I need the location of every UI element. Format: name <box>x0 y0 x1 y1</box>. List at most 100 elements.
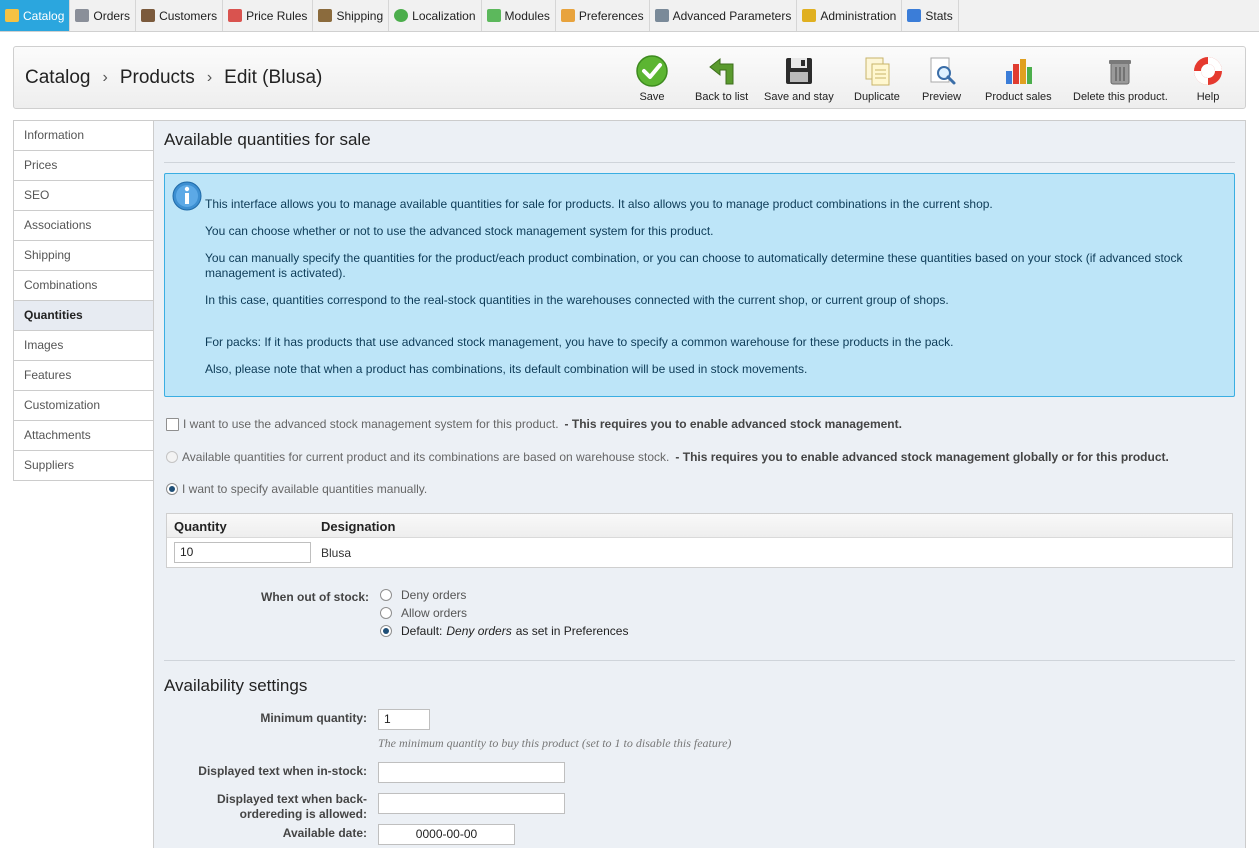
tab-preferences[interactable]: Preferences <box>556 0 650 31</box>
out-of-stock-label: When out of stock: <box>261 590 369 604</box>
sidebar-item-quantities[interactable]: Quantities <box>14 301 153 331</box>
divider <box>164 660 1235 661</box>
warehouse-stock-option: Available quantities for current product… <box>166 450 1169 464</box>
sidebar-item-associations[interactable]: Associations <box>14 211 153 241</box>
divider <box>164 162 1235 163</box>
duplicate-button[interactable]: Duplicate <box>854 55 900 103</box>
sidebar-item-customization[interactable]: Customization <box>14 391 153 421</box>
available-date-input[interactable]: 0000-00-00 <box>378 824 515 845</box>
toolbar: Catalog › Products › Edit (Blusa) Save B… <box>13 46 1246 109</box>
tab-administration[interactable]: Administration <box>797 0 903 31</box>
tab-label: Shipping <box>336 8 384 23</box>
info-text: This interface allows you to manage avai… <box>205 197 993 211</box>
quantity-table: Quantity Designation 10 Blusa <box>166 513 1233 568</box>
quantity-input[interactable]: 10 <box>174 542 311 563</box>
deny-orders-radio[interactable] <box>380 589 392 601</box>
duplicate-label: Duplicate <box>854 91 900 103</box>
breadcrumb-catalog[interactable]: Catalog <box>25 67 91 89</box>
breadcrumb-current: Edit (Blusa) <box>224 67 323 88</box>
delete-label: Delete this product. <box>1073 91 1168 103</box>
tab-catalog[interactable]: Catalog <box>0 0 71 31</box>
tab-shipping[interactable]: Shipping <box>313 0 390 31</box>
sidebar-item-information[interactable]: Information <box>14 121 153 151</box>
breadcrumb-products[interactable]: Products <box>120 67 195 89</box>
advanced-stock-checkbox[interactable] <box>166 417 179 431</box>
sidebar-item-attachments[interactable]: Attachments <box>14 421 153 451</box>
chevron-right-icon: › <box>102 69 108 86</box>
warehouse-stock-label: Available quantities for current product… <box>182 450 670 464</box>
info-box: This interface allows you to manage avai… <box>164 173 1235 397</box>
availability-title: Availability settings <box>164 676 308 695</box>
truck-icon <box>318 9 333 22</box>
tab-label: Customers <box>159 8 218 23</box>
info-text: In this case, quantities correspond to t… <box>205 293 949 307</box>
info-icon <box>172 181 202 211</box>
info-text: You can manually specify the quantities … <box>205 251 1183 280</box>
delete-product-button[interactable]: Delete this product. <box>1073 55 1168 103</box>
breadcrumb: Catalog › Products › Edit (Blusa) <box>25 67 322 89</box>
wrench-icon <box>654 9 669 22</box>
in-stock-text-label: Displayed text when in-stock: <box>198 764 367 778</box>
sidebar-item-shipping[interactable]: Shipping <box>14 241 153 271</box>
min-quantity-input[interactable]: 1 <box>378 709 430 730</box>
tab-label: Modules <box>504 8 550 23</box>
backorder-text-input[interactable] <box>378 793 565 814</box>
key-icon <box>802 9 817 22</box>
in-stock-text-input[interactable] <box>378 762 565 783</box>
preview-label: Preview <box>922 91 962 103</box>
tab-price-rules[interactable]: Price Rules <box>223 0 314 31</box>
help-label: Help <box>1196 91 1220 103</box>
quantities-title: Available quantities for sale <box>164 130 371 149</box>
advanced-stock-option: I want to use the advanced stock managem… <box>166 417 902 431</box>
tab-advanced-parameters[interactable]: Advanced Parameters <box>650 0 798 31</box>
tab-label: Preferences <box>578 8 644 23</box>
warehouse-stock-radio[interactable] <box>166 451 178 463</box>
cart-icon <box>75 9 90 22</box>
default-value: Deny orders <box>446 624 512 638</box>
deny-orders-option: Deny orders <box>380 588 466 602</box>
info-text: You can choose whether or not to use the… <box>205 224 714 238</box>
default-orders-radio[interactable] <box>380 625 392 637</box>
back-to-list-button[interactable]: Back to list <box>695 55 748 103</box>
sidebar-item-prices[interactable]: Prices <box>14 151 153 181</box>
sidebar-item-seo[interactable]: SEO <box>14 181 153 211</box>
product-sidebar: Information Prices SEO Associations Ship… <box>13 120 154 481</box>
tab-modules[interactable]: Modules <box>482 0 556 31</box>
table-row: 10 Blusa <box>167 538 1232 568</box>
manual-quantity-label: I want to specify available quantities m… <box>182 482 428 496</box>
designation-cell: Blusa <box>321 546 352 560</box>
table-header: Quantity Designation <box>167 514 1232 538</box>
default-prefix: Default: <box>401 624 443 638</box>
column-header-quantity: Quantity <box>174 519 227 534</box>
duplicate-icon <box>865 57 890 86</box>
save-and-stay-button[interactable]: Save and stay <box>764 55 834 103</box>
tab-orders[interactable]: Orders <box>70 0 137 31</box>
folder-icon <box>5 9 19 22</box>
product-sales-label: Product sales <box>985 91 1052 103</box>
sidebar-item-images[interactable]: Images <box>14 331 153 361</box>
tab-localization[interactable]: Localization <box>389 0 482 31</box>
floppy-disk-icon <box>785 58 812 84</box>
deny-orders-label: Deny orders <box>401 588 467 602</box>
sidebar-item-combinations[interactable]: Combinations <box>14 271 153 301</box>
allow-orders-radio[interactable] <box>380 607 392 619</box>
sidebar-item-suppliers[interactable]: Suppliers <box>14 451 153 481</box>
manual-quantity-radio[interactable] <box>166 483 178 495</box>
back-arrow-icon <box>708 57 734 85</box>
product-sales-button[interactable]: Product sales <box>985 55 1052 103</box>
tab-customers[interactable]: Customers <box>136 0 224 31</box>
info-text: For packs: If it has products that use a… <box>205 335 954 349</box>
sales-chart-icon <box>1006 59 1033 84</box>
globe-icon <box>394 9 409 22</box>
help-button[interactable]: Help <box>1192 55 1224 103</box>
tab-stats[interactable]: Stats <box>902 0 959 31</box>
min-quantity-hint: The minimum quantity to buy this product… <box>378 736 732 750</box>
preview-button[interactable]: Preview <box>922 55 961 103</box>
preferences-icon <box>560 9 575 22</box>
trash-icon <box>1109 60 1132 85</box>
default-orders-option: Default: Deny orders as set in Preferenc… <box>380 624 628 638</box>
save-button[interactable]: Save <box>636 55 668 103</box>
tab-label: Advanced Parameters <box>672 8 792 23</box>
sidebar-item-features[interactable]: Features <box>14 361 153 391</box>
save-stay-label: Save and stay <box>764 91 834 103</box>
